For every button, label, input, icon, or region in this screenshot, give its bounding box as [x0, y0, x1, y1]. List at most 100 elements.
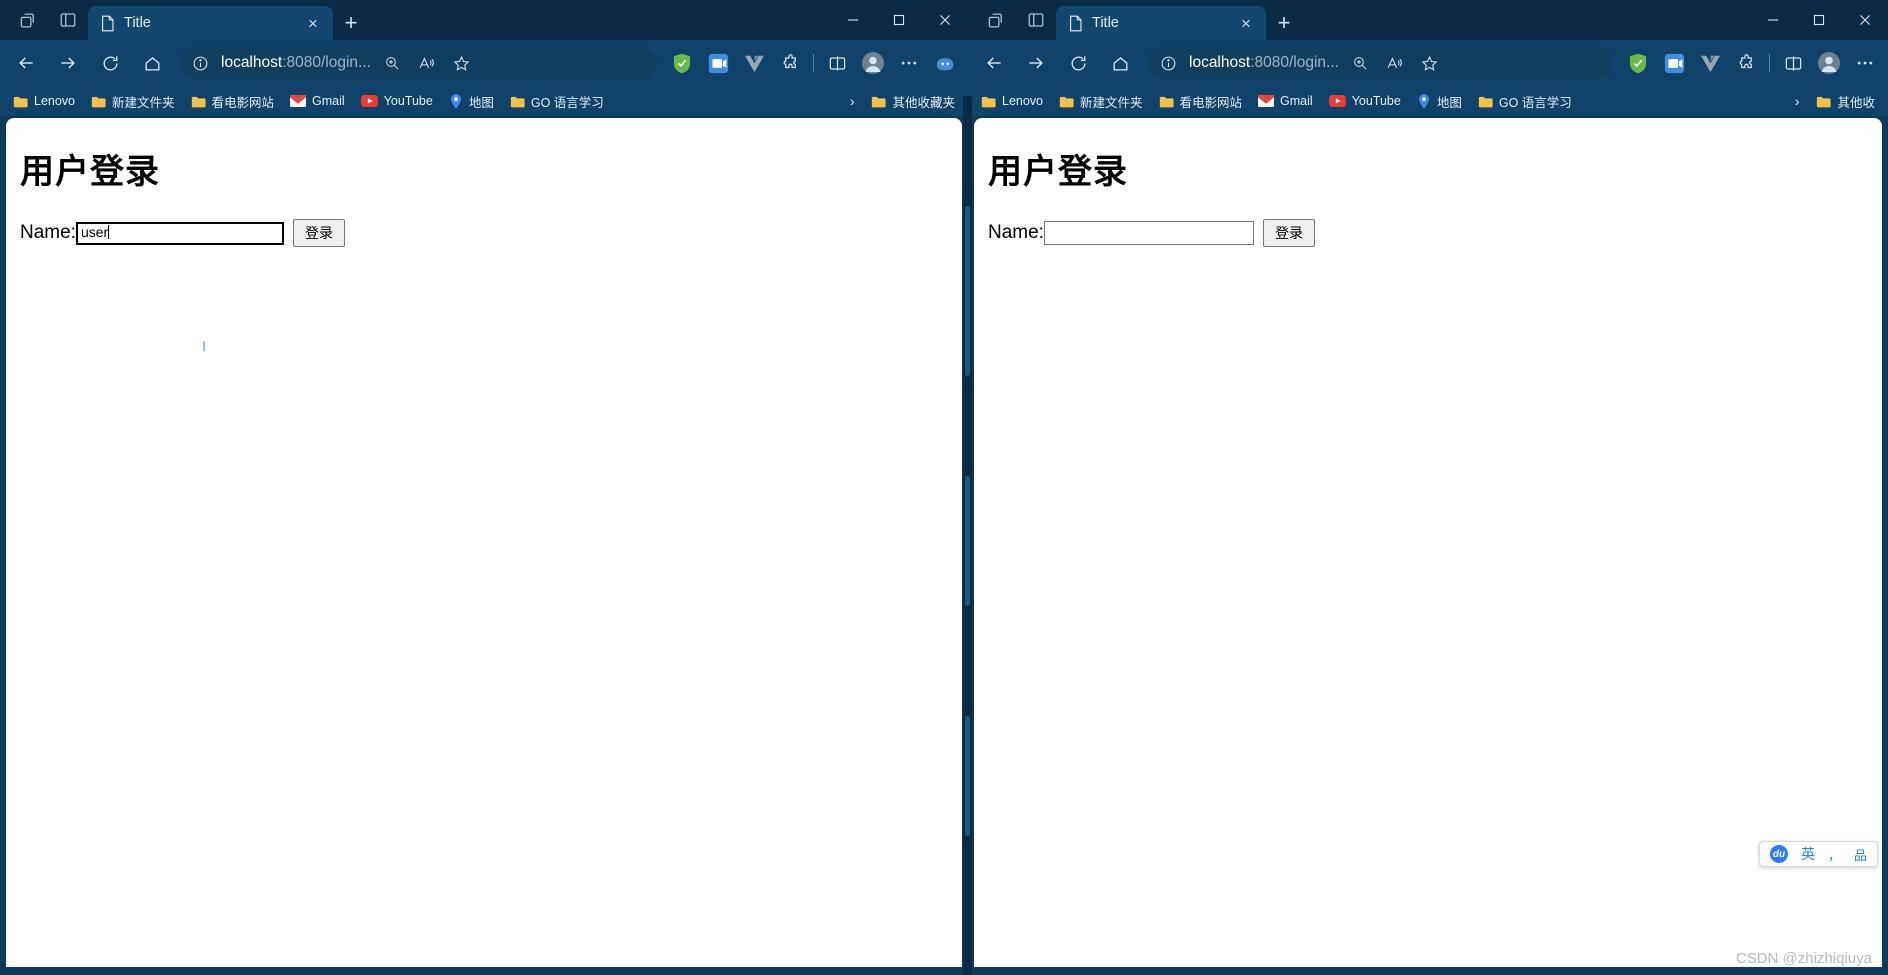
adguard-shield-icon[interactable]: [1621, 48, 1655, 78]
close-window-button[interactable]: [922, 2, 968, 38]
address-bar[interactable]: localhost:8080/login...: [1148, 47, 1613, 79]
profile-avatar-icon[interactable]: [856, 48, 890, 78]
bookmark-item[interactable]: 新建文件夹: [84, 90, 182, 113]
browser-tab[interactable]: Title ×: [88, 6, 333, 40]
settings-more-icon[interactable]: [892, 48, 926, 78]
split-pane-icon[interactable]: [1016, 0, 1056, 40]
dual-browser-screen: Title × + localhost:8080/login... Lenovo…: [0, 0, 1888, 975]
adguard-shield-icon[interactable]: [665, 48, 699, 78]
login-page-right: 用户登录 Name: 登录: [974, 118, 1882, 967]
bookmark-label: GO 语言学习: [1498, 95, 1572, 110]
bookmark-item[interactable]: 看电影网站: [184, 90, 282, 113]
bookmark-item[interactable]: 新建文件夹: [1052, 90, 1150, 113]
bookmark-item[interactable]: 地图: [1410, 90, 1469, 113]
extensions-puzzle-icon[interactable]: [1729, 48, 1763, 78]
scrollbar-thumb[interactable]: [965, 206, 970, 376]
page-title: 用户登录: [20, 152, 160, 192]
other-bookmarks-button[interactable]: 其他收: [1809, 90, 1882, 113]
folder-icon: [872, 96, 887, 107]
url-text[interactable]: localhost:8080/login...: [1189, 54, 1339, 72]
bookmark-label: Gmail: [312, 94, 345, 108]
video-downloader-icon[interactable]: [701, 48, 735, 78]
name-input[interactable]: user: [75, 221, 284, 245]
page-viewport-left: 用户登录 Name: user 登录 I: [0, 116, 968, 975]
ime-punctuation-icon[interactable]: ，: [1828, 845, 1841, 864]
settings-more-icon[interactable]: [1848, 48, 1882, 78]
home-icon[interactable]: [132, 46, 172, 80]
browser-window-left: Title × + localhost:8080/login... Lenovo…: [0, 0, 968, 975]
tab-close-icon[interactable]: ×: [301, 11, 325, 35]
login-submit-button[interactable]: 登录: [1262, 219, 1315, 247]
back-arrow-icon[interactable]: [6, 46, 46, 80]
login-submit-button[interactable]: 登录: [292, 219, 345, 247]
tab-search-icon[interactable]: [8, 0, 48, 40]
bookmark-item[interactable]: 看电影网站: [1152, 90, 1250, 113]
copilot-icon[interactable]: [928, 48, 962, 78]
bookmark-item[interactable]: YouTube: [1322, 92, 1408, 110]
back-arrow-icon[interactable]: [974, 46, 1014, 80]
minimize-button[interactable]: [1750, 2, 1796, 38]
address-bar[interactable]: localhost:8080/login...: [180, 47, 657, 79]
ime-keyboard-icon[interactable]: 品: [1854, 845, 1867, 864]
folder-icon: [510, 96, 525, 107]
name-input[interactable]: [1043, 221, 1254, 245]
url-text[interactable]: localhost:8080/login...: [221, 54, 371, 72]
site-info-icon[interactable]: [186, 49, 214, 77]
bookmark-item[interactable]: Lenovo: [6, 92, 82, 110]
bookmark-item[interactable]: Lenovo: [974, 92, 1050, 110]
video-downloader-icon[interactable]: [1657, 48, 1691, 78]
site-info-icon[interactable]: [1154, 49, 1182, 77]
zoom-in-icon[interactable]: [1346, 49, 1374, 77]
vue-devtools-icon[interactable]: [1693, 48, 1727, 78]
minimize-button[interactable]: [830, 2, 876, 38]
browser-tab[interactable]: Title ×: [1056, 6, 1266, 40]
bookmark-item[interactable]: GO 语言学习: [503, 90, 611, 113]
scrollbar-thumb[interactable]: [965, 476, 970, 606]
page-title: 用户登录: [988, 152, 1128, 192]
tab-search-icon[interactable]: [976, 0, 1016, 40]
zoom-in-icon[interactable]: [378, 49, 406, 77]
star-icon[interactable]: [1416, 49, 1444, 77]
bookmark-item[interactable]: GO 语言学习: [1471, 90, 1579, 113]
vue-devtools-icon[interactable]: [737, 48, 771, 78]
star-icon[interactable]: [448, 49, 476, 77]
other-bookmarks-button[interactable]: 其他收藏夹: [864, 90, 962, 113]
maximize-button[interactable]: [1796, 2, 1842, 38]
navigation-bar-left: localhost:8080/login...: [0, 40, 968, 86]
reload-icon[interactable]: [1058, 46, 1098, 80]
folder-icon: [1059, 96, 1074, 107]
home-icon[interactable]: [1100, 46, 1140, 80]
baidu-ime-logo-icon[interactable]: du: [1769, 845, 1788, 863]
forward-arrow-icon[interactable]: [1016, 46, 1056, 80]
bookmark-label: Lenovo: [34, 94, 76, 108]
bookmark-label: YouTube: [383, 94, 433, 108]
profile-avatar-icon[interactable]: [1812, 48, 1846, 78]
forward-arrow-icon[interactable]: [48, 46, 88, 80]
bookmarks-overflow-button[interactable]: ›: [1787, 93, 1808, 109]
split-screen-icon[interactable]: [1776, 48, 1810, 78]
split-screen-icon[interactable]: [820, 48, 854, 78]
extensions-puzzle-icon[interactable]: [773, 48, 807, 78]
page-scrollbar[interactable]: [963, 96, 972, 975]
read-aloud-icon[interactable]: [1381, 49, 1409, 77]
new-tab-button[interactable]: +: [333, 6, 369, 40]
close-window-button[interactable]: [1842, 2, 1888, 38]
login-page-left: 用户登录 Name: user 登录 I: [6, 118, 962, 967]
maximize-button[interactable]: [876, 2, 922, 38]
folder-icon: [1478, 96, 1493, 107]
reload-icon[interactable]: [90, 46, 130, 80]
ime-toolbar[interactable]: du 英 ， 品: [1758, 841, 1878, 867]
folder-icon: [13, 96, 28, 107]
bookmark-item[interactable]: Gmail: [283, 92, 352, 110]
bookmarks-overflow-button[interactable]: ›: [842, 93, 863, 109]
split-pane-icon[interactable]: [48, 0, 88, 40]
bookmark-item[interactable]: 地图: [442, 90, 501, 113]
read-aloud-icon[interactable]: [413, 49, 441, 77]
ime-mode-label[interactable]: 英: [1801, 844, 1815, 864]
bookmark-item[interactable]: Gmail: [1251, 92, 1320, 110]
new-tab-button[interactable]: +: [1266, 6, 1302, 40]
scrollbar-thumb[interactable]: [965, 716, 970, 836]
bookmark-item[interactable]: YouTube: [354, 92, 440, 110]
tab-close-icon[interactable]: ×: [1234, 11, 1258, 35]
gmail-icon: [290, 95, 307, 107]
